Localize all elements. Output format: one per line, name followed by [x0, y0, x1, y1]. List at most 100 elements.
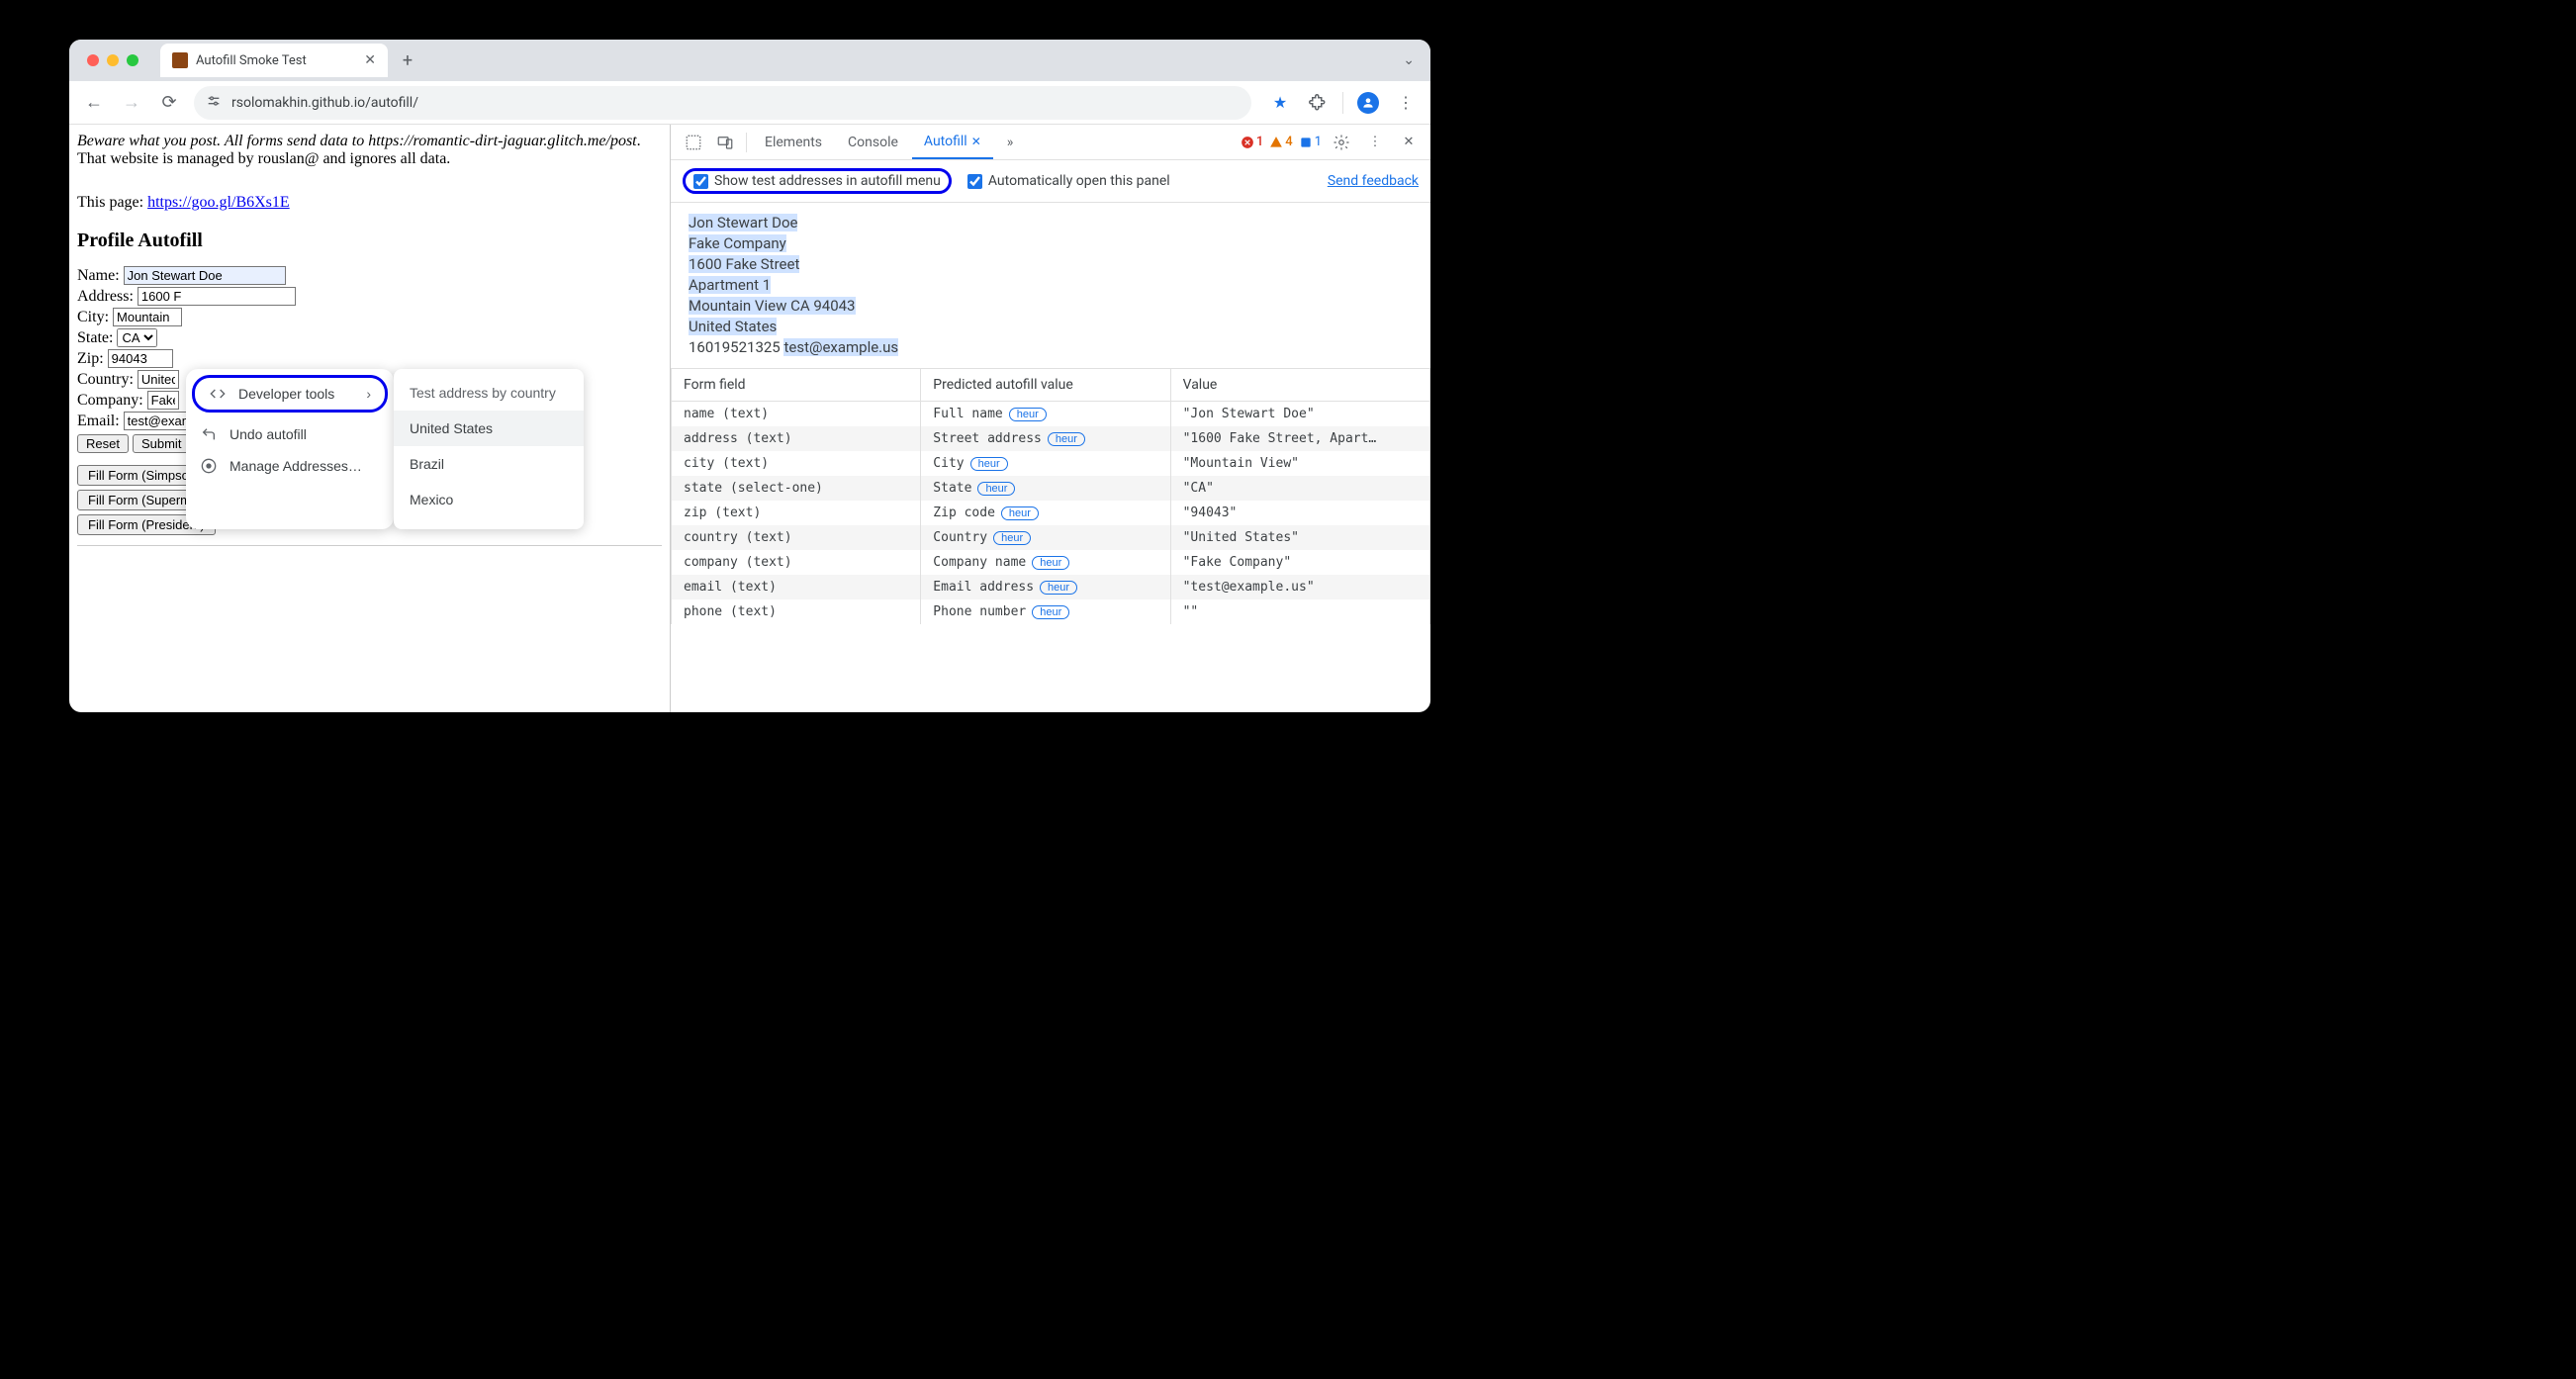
cell-value: "Jon Stewart Doe"	[1170, 402, 1429, 427]
heur-badge: heur	[1048, 432, 1085, 446]
web-page: Beware what you post. All forms send dat…	[69, 125, 671, 712]
back-button[interactable]: ←	[77, 86, 111, 120]
test-address-submenu: Test address by country United States Br…	[394, 369, 584, 529]
cell-value: "test@example.us"	[1170, 575, 1429, 599]
tab-elements[interactable]: Elements	[753, 125, 834, 159]
cell-value: ""	[1170, 599, 1429, 624]
table-row[interactable]: city (text)Cityheur"Mountain View"	[672, 451, 1430, 476]
submit-button[interactable]: Submit	[133, 434, 190, 453]
intro-text: Beware what you post. All forms send dat…	[77, 133, 662, 168]
tab-overflow[interactable]: »	[995, 125, 1026, 159]
state-select[interactable]: CA	[117, 328, 157, 347]
send-feedback-link[interactable]: Send feedback	[1328, 173, 1419, 189]
table-row[interactable]: email (text)Email addressheur"test@examp…	[672, 575, 1430, 599]
country-input[interactable]	[138, 370, 179, 389]
cell-value: "94043"	[1170, 501, 1429, 525]
close-tab-button[interactable]: ✕	[364, 52, 376, 68]
tab-overflow-button[interactable]: ⌄	[1403, 52, 1415, 68]
site-settings-icon[interactable]	[206, 93, 222, 113]
extensions-icon[interactable]	[1301, 86, 1334, 120]
tab-autofill[interactable]: Autofill ✕	[912, 125, 993, 159]
maximize-window-button[interactable]	[127, 54, 138, 66]
chrome-menu-button[interactable]: ⋮	[1389, 86, 1423, 120]
show-test-label: Show test addresses in autofill menu	[714, 173, 941, 189]
manage-addresses-item[interactable]: Manage Addresses…	[186, 450, 394, 482]
toolbar: ← → ⟳ rsolomakhin.github.io/autofill/ ★ …	[69, 81, 1430, 125]
autofill-address-preview: Jon Stewart Doe Fake Company 1600 Fake S…	[671, 203, 1430, 368]
city-label: City:	[77, 309, 109, 325]
table-row[interactable]: phone (text)Phone numberheur""	[672, 599, 1430, 624]
tab-favicon	[172, 52, 188, 68]
warnings-badge[interactable]: 4	[1269, 135, 1292, 149]
th-predicted-value: Predicted autofill value	[921, 369, 1170, 402]
cell-form-field: state (select-one)	[672, 476, 921, 501]
cell-value: "Fake Company"	[1170, 550, 1429, 575]
forward-button[interactable]: →	[115, 86, 148, 120]
errors-badge[interactable]: 1	[1241, 135, 1263, 149]
inspect-element-icon[interactable]	[679, 128, 708, 157]
address-name: Jon Stewart Doe	[689, 214, 797, 231]
devtools-settings-icon[interactable]	[1328, 129, 1355, 156]
cell-form-field: zip (text)	[672, 501, 921, 525]
show-test-addresses-checkbox[interactable]: Show test addresses in autofill menu	[683, 168, 952, 194]
cell-form-field: company (text)	[672, 550, 921, 575]
heur-badge: heur	[1009, 408, 1047, 421]
table-row[interactable]: company (text)Company nameheur"Fake Comp…	[672, 550, 1430, 575]
devtools-close-icon[interactable]: ✕	[1395, 129, 1423, 156]
table-row[interactable]: state (select-one)Stateheur"CA"	[672, 476, 1430, 501]
undo-autofill-label: Undo autofill	[230, 426, 307, 442]
zip-input[interactable]	[108, 349, 173, 368]
address-email: test@example.us	[783, 338, 898, 356]
cell-predicted: Countryheur	[921, 525, 1170, 550]
address-phone: 16019521325	[689, 338, 781, 356]
country-option-brazil[interactable]: Brazil	[394, 446, 584, 482]
country-option-us[interactable]: United States	[394, 411, 584, 446]
browser-tab[interactable]: Autofill Smoke Test ✕	[160, 44, 388, 77]
address-apt: Apartment 1	[689, 276, 771, 294]
cell-form-field: country (text)	[672, 525, 921, 550]
devtools-menu-icon[interactable]: ⋮	[1361, 129, 1389, 156]
company-input[interactable]	[147, 391, 179, 410]
table-row[interactable]: name (text)Full nameheur"Jon Stewart Doe…	[672, 402, 1430, 427]
cell-form-field: phone (text)	[672, 599, 921, 624]
cell-form-field: city (text)	[672, 451, 921, 476]
cell-predicted: Full nameheur	[921, 402, 1170, 427]
manage-addresses-label: Manage Addresses…	[230, 458, 362, 474]
state-label: State:	[77, 329, 113, 346]
developer-tools-item[interactable]: Developer tools ›	[192, 375, 388, 413]
table-row[interactable]: zip (text)Zip codeheur"94043"	[672, 501, 1430, 525]
issues-badge[interactable]: 1	[1299, 135, 1322, 149]
window-controls	[77, 54, 148, 66]
tab-console[interactable]: Console	[836, 125, 910, 159]
autofill-popup-wrap: Developer tools › Undo autofill Manage	[186, 369, 584, 529]
table-row[interactable]: country (text)Countryheur"United States"	[672, 525, 1430, 550]
profile-avatar[interactable]	[1351, 86, 1385, 120]
submenu-heading: Test address by country	[394, 381, 584, 411]
table-row[interactable]: address (text)Street addressheur"1600 Fa…	[672, 426, 1430, 451]
new-tab-button[interactable]: +	[394, 46, 421, 74]
address-company: Fake Company	[689, 234, 786, 252]
city-input[interactable]	[113, 308, 182, 326]
close-autofill-tab-icon[interactable]: ✕	[971, 135, 981, 148]
this-page-link[interactable]: https://goo.gl/B6Xs1E	[147, 194, 290, 211]
auto-open-label: Automatically open this panel	[988, 173, 1170, 189]
heur-badge: heur	[993, 531, 1031, 545]
bookmark-star-icon[interactable]: ★	[1263, 86, 1297, 120]
close-window-button[interactable]	[87, 54, 99, 66]
country-option-mexico[interactable]: Mexico	[394, 482, 584, 517]
profile-autofill-heading: Profile Autofill	[77, 230, 662, 252]
th-value: Value	[1170, 369, 1429, 402]
minimize-window-button[interactable]	[107, 54, 119, 66]
cell-value: "1600 Fake Street, Apart…	[1170, 426, 1429, 451]
address-bar[interactable]: rsolomakhin.github.io/autofill/	[194, 86, 1251, 120]
reset-button[interactable]: Reset	[77, 434, 129, 453]
name-input[interactable]	[124, 266, 286, 285]
heur-badge: heur	[1040, 581, 1077, 595]
device-toolbar-icon[interactable]	[710, 128, 740, 157]
address-input[interactable]	[138, 287, 296, 306]
cell-predicted: Company nameheur	[921, 550, 1170, 575]
reload-button[interactable]: ⟳	[152, 86, 186, 120]
auto-open-checkbox[interactable]: Automatically open this panel	[967, 173, 1170, 189]
tab-title: Autofill Smoke Test	[196, 53, 307, 68]
undo-autofill-item[interactable]: Undo autofill	[186, 418, 394, 450]
